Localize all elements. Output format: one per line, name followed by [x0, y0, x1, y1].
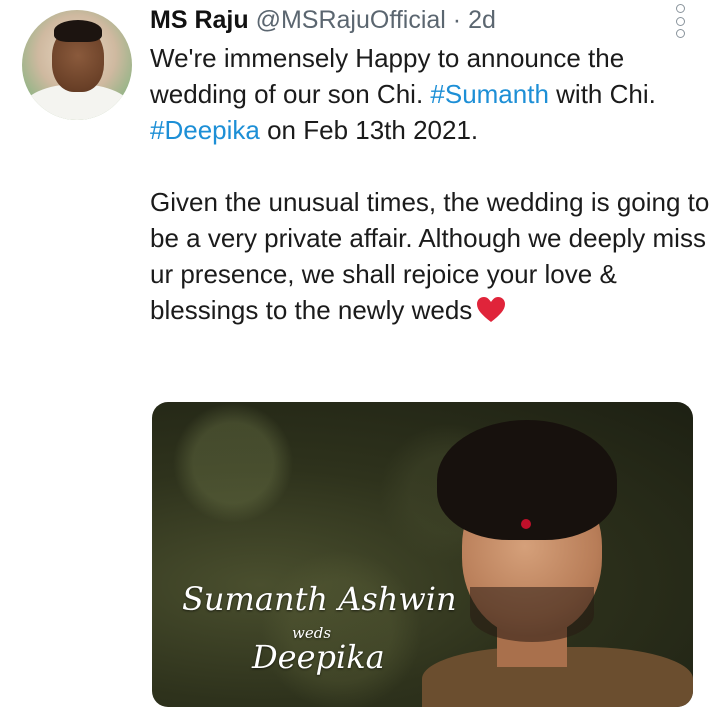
tweet-header: MS Raju @MSRajuOfficial · 2d: [150, 4, 496, 36]
author-handle[interactable]: @MSRajuOfficial: [256, 6, 446, 34]
text-segment: with Chi.: [548, 79, 656, 109]
avatar-hair: [54, 20, 102, 42]
tweet-timestamp[interactable]: 2d: [468, 6, 496, 34]
text-segment: on Feb 13th 2021.: [259, 115, 479, 145]
menu-dot: [675, 4, 685, 13]
image-title-line-1: Sumanth Ashwin: [182, 580, 457, 618]
menu-dot: [675, 16, 685, 26]
tweet-paragraph-2: Given the unusual times, the wedding is …: [150, 184, 710, 332]
tweet-image[interactable]: Sumanth Ashwin weds Deepika: [152, 402, 693, 707]
menu-dot: [675, 29, 685, 38]
bindi: [521, 519, 531, 529]
tweet-text: We're immensely Happy to announce the we…: [150, 40, 710, 332]
author-name[interactable]: MS Raju: [150, 6, 249, 34]
red-heart-icon: [476, 296, 506, 332]
author-avatar[interactable]: [22, 10, 132, 120]
tweet-paragraph-1: We're immensely Happy to announce the we…: [150, 40, 710, 148]
person-beard: [470, 587, 594, 642]
text-segment: Given the unusual times, the wedding is …: [150, 187, 710, 325]
hashtag-deepika[interactable]: #Deepika: [150, 115, 260, 145]
hashtag-sumanth[interactable]: #Sumanth: [430, 79, 549, 109]
separator-dot: ·: [452, 6, 462, 34]
image-title-line-2: Deepika: [252, 638, 385, 676]
more-options-icon[interactable]: [674, 4, 686, 38]
